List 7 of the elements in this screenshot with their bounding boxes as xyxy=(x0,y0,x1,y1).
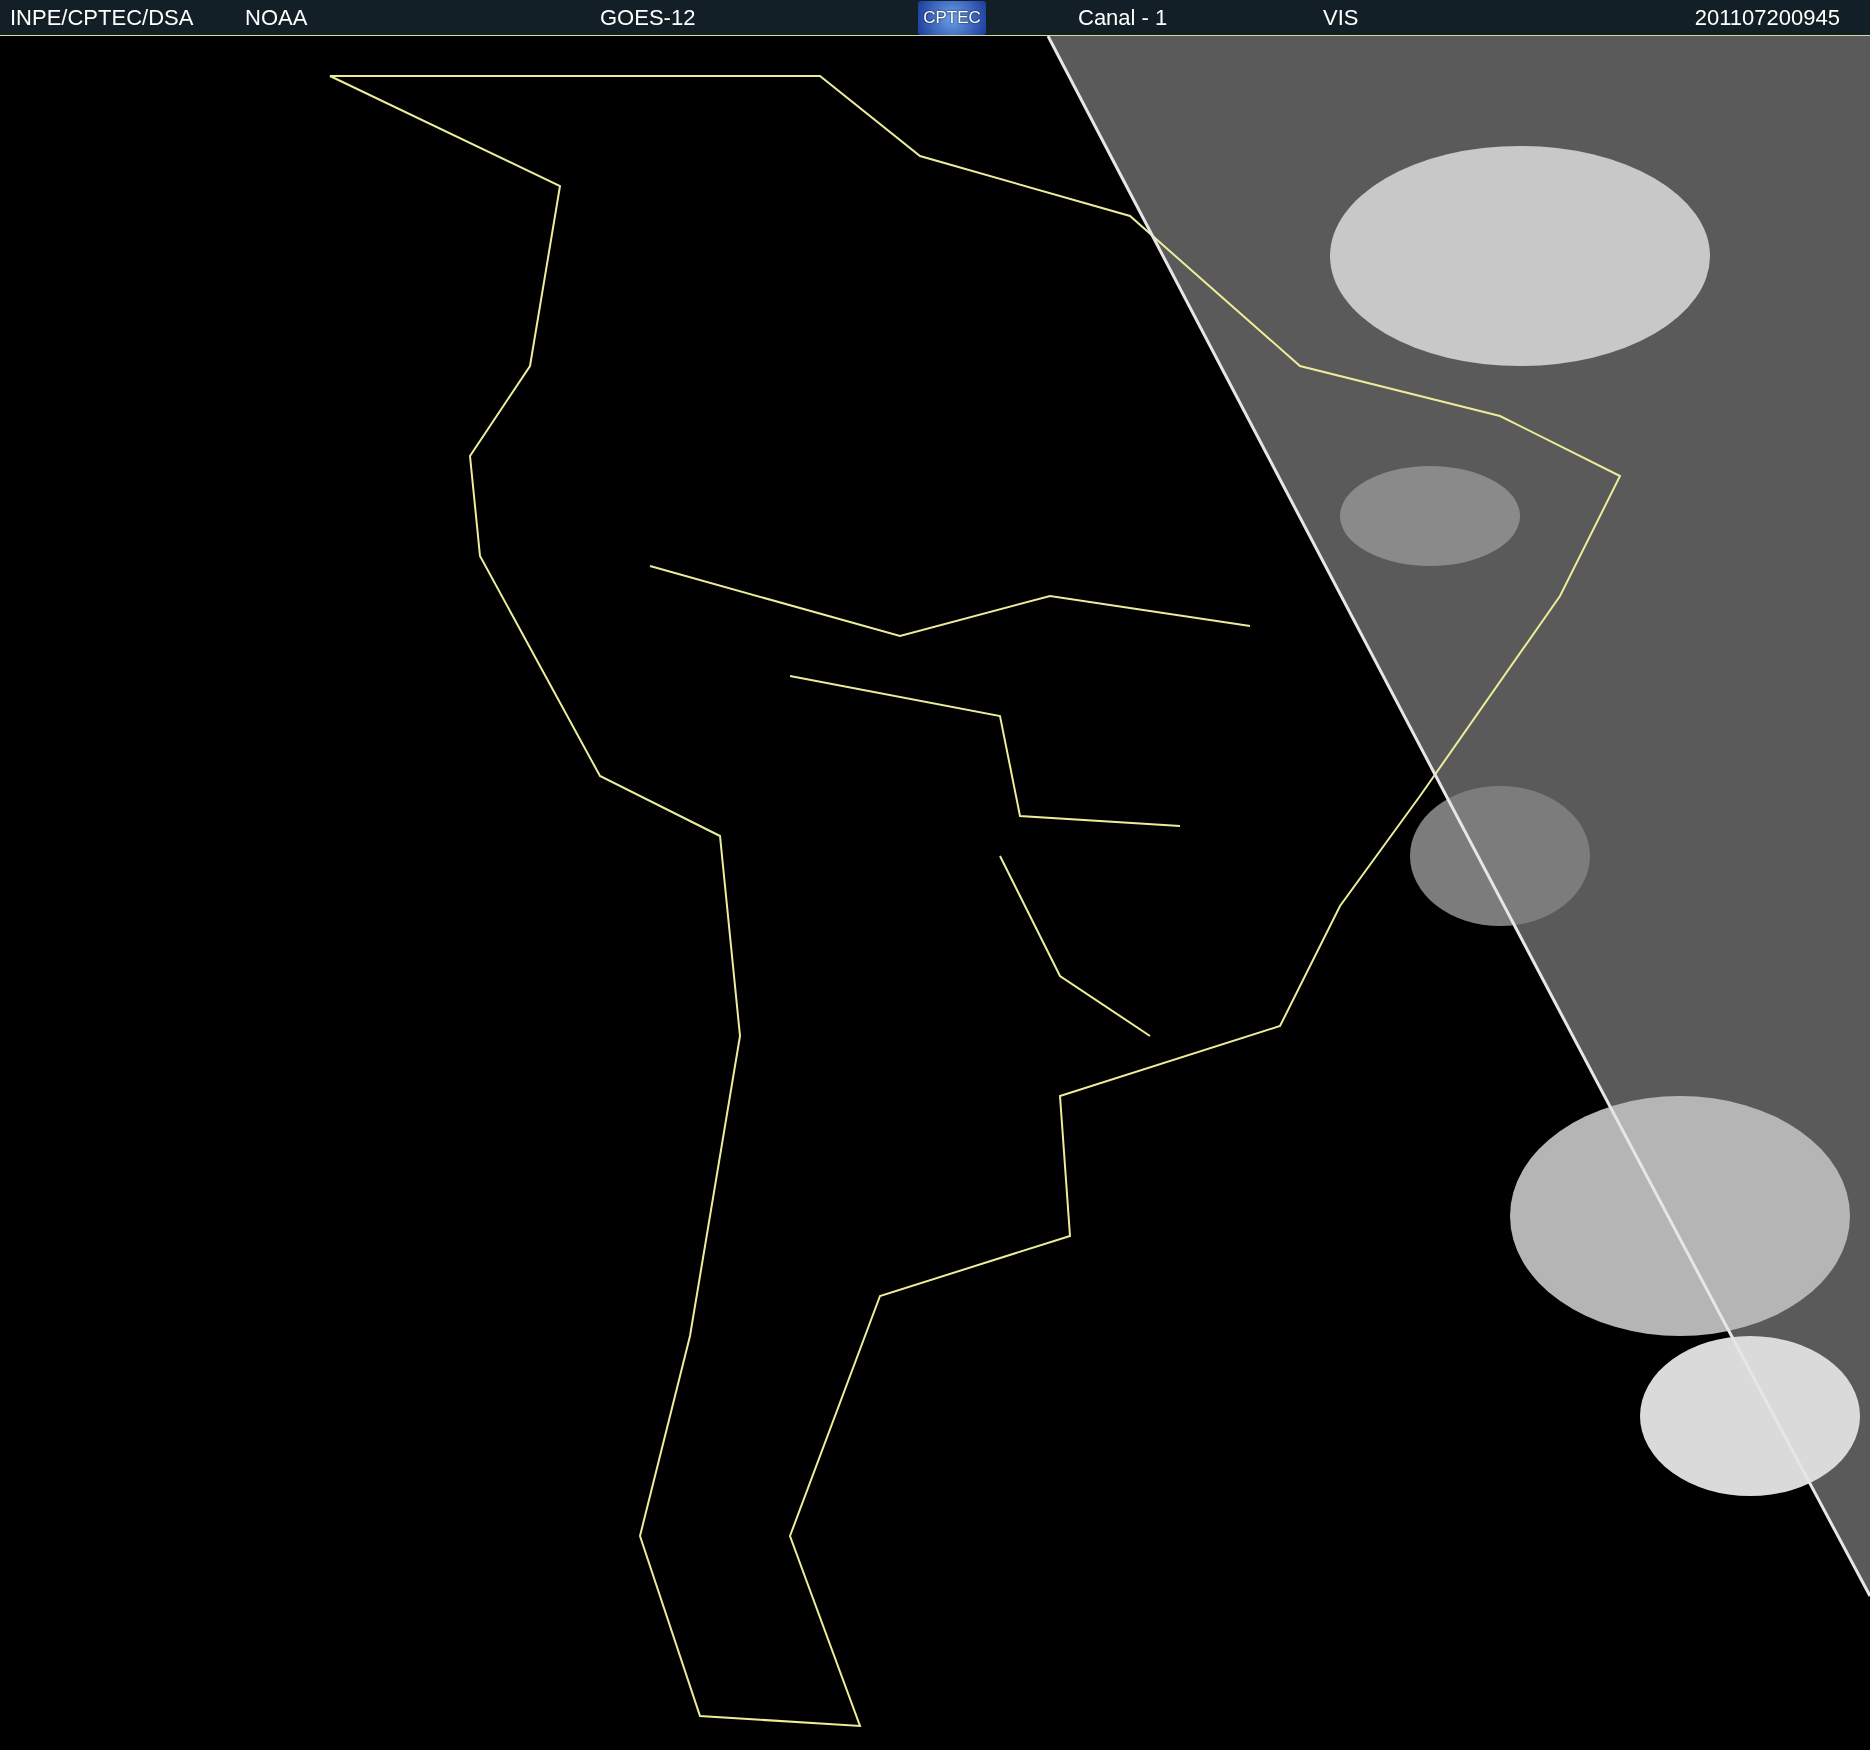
header-label: Canal - 1 xyxy=(1078,4,1169,31)
header-label: 201107200945 xyxy=(1694,4,1840,31)
logo-badge: CPTEC xyxy=(918,0,986,35)
header-label: VIS xyxy=(1323,4,1360,31)
header-label: NOAA xyxy=(245,4,309,31)
header-label: INPE/CPTEC/DSA xyxy=(10,4,195,31)
header-label: GOES-12 xyxy=(600,4,697,31)
